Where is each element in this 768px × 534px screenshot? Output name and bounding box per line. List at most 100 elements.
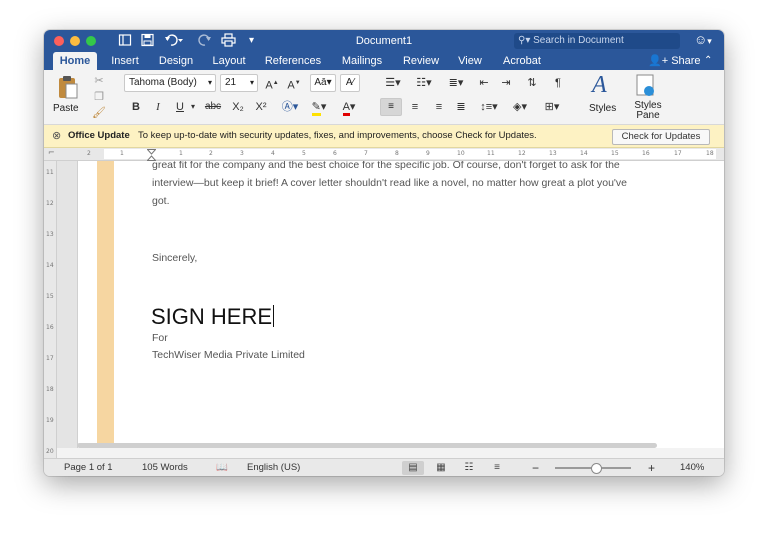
dismiss-update-icon[interactable]: ⊗ xyxy=(52,125,61,147)
check-for-updates-button[interactable]: Check for Updates xyxy=(612,129,710,145)
shrink-font-icon[interactable]: A▼ xyxy=(284,74,304,92)
italic-button[interactable]: I xyxy=(150,98,166,116)
horizontal-scrollbar[interactable] xyxy=(77,443,657,448)
search-input[interactable]: ⚲▾ Search in Document xyxy=(514,33,680,49)
document-canvas[interactable]: great fit for the company and the best c… xyxy=(57,161,724,448)
styles-pane-button[interactable]: Styles Pane xyxy=(624,72,668,122)
ruler-tick: 17 xyxy=(46,355,54,362)
ruler-tick: 11 xyxy=(46,169,54,176)
ruler-tick: 16 xyxy=(46,324,54,331)
ruler-tick: 15 xyxy=(611,150,619,157)
sort-icon[interactable]: ⇅ xyxy=(522,74,542,92)
ruler-tick: 3 xyxy=(240,150,244,157)
shading-icon[interactable]: ◈▾ xyxy=(506,98,534,116)
align-center-icon[interactable]: ≡ xyxy=(404,98,426,116)
bullets-icon[interactable]: ☰▾ xyxy=(379,74,407,92)
styles-label: Styles xyxy=(589,103,617,114)
paste-button[interactable]: Paste xyxy=(52,74,86,118)
ribbon-tabs: Home Insert Design Layout References Mai… xyxy=(44,52,724,70)
language-status[interactable]: English (US) xyxy=(247,459,300,476)
company-line[interactable]: TechWiser Media Private Limited xyxy=(152,347,672,363)
ruler-tick: 9 xyxy=(426,150,430,157)
clipboard-icon xyxy=(57,74,79,105)
align-right-icon[interactable]: ≡ xyxy=(428,98,450,116)
horizontal-ruler[interactable]: ⌐ 2 1 1 2 3 4 5 6 7 8 9 10 11 12 13 14 1… xyxy=(44,148,724,161)
zoom-out-icon[interactable]: − xyxy=(532,459,539,476)
collapse-ribbon-icon[interactable]: ⌃ xyxy=(704,52,712,70)
line-spacing-icon[interactable]: ↕≡▾ xyxy=(476,98,502,116)
paragraph-line[interactable]: got. xyxy=(152,193,672,209)
superscript-button[interactable]: X² xyxy=(251,98,271,116)
tab-view[interactable]: View xyxy=(453,52,487,70)
grow-font-icon[interactable]: A▲ xyxy=(262,74,282,92)
chevron-down-icon: ▾ xyxy=(207,78,212,87)
ruler-tick: 14 xyxy=(46,262,54,269)
add-person-icon: 👤+ xyxy=(648,55,672,67)
paste-label: Paste xyxy=(53,103,79,114)
signature-line[interactable]: SIGN HERE xyxy=(151,304,275,330)
tab-layout[interactable]: Layout xyxy=(207,52,251,70)
numbering-icon[interactable]: ☷▾ xyxy=(410,74,438,92)
for-line[interactable]: For xyxy=(152,330,672,346)
multilevel-list-icon[interactable]: ≣▾ xyxy=(442,74,470,92)
font-color-icon[interactable]: A▾ xyxy=(336,98,362,116)
underline-button[interactable]: U xyxy=(172,98,188,116)
increase-indent-icon[interactable]: ⇥ xyxy=(496,74,516,92)
signature-text: SIGN HERE xyxy=(151,304,273,329)
chevron-down-icon[interactable]: ▾ xyxy=(188,98,198,116)
ruler-tick: 20 xyxy=(46,448,54,455)
share-button[interactable]: 👤+ Share xyxy=(648,52,701,70)
clear-formatting-icon[interactable]: A⁄ xyxy=(340,74,360,92)
title-bar: ▾ Document1 ⚲▾ Search in Document ☺▾ xyxy=(44,30,724,52)
font-size-select[interactable]: 21 ▾ xyxy=(220,74,258,92)
proofing-icon[interactable]: 📖 xyxy=(216,459,228,476)
align-left-icon[interactable]: ≡ xyxy=(380,98,402,116)
decrease-indent-icon[interactable]: ⇤ xyxy=(474,74,494,92)
borders-icon[interactable]: ⊞▾ xyxy=(538,98,566,116)
closing-line[interactable]: Sincerely, xyxy=(152,250,672,266)
tab-insert[interactable]: Insert xyxy=(105,52,145,70)
ruler-tick: 17 xyxy=(674,150,682,157)
font-name-select[interactable]: Tahoma (Body) ▾ xyxy=(124,74,216,92)
print-layout-view-icon[interactable]: ▤ xyxy=(402,461,424,475)
ruler-tick: 12 xyxy=(46,200,54,207)
highlight-color-icon[interactable]: ✎▾ xyxy=(306,98,332,116)
styles-pane-label: Styles Pane xyxy=(634,100,662,121)
zoom-level[interactable]: 140% xyxy=(680,459,704,476)
ruler-tick: 18 xyxy=(46,386,54,393)
ruler-tick: 5 xyxy=(302,150,306,157)
strikethrough-button[interactable]: abc xyxy=(202,98,224,116)
ruler-tick: 10 xyxy=(457,150,465,157)
paragraph-line[interactable]: great fit for the company and the best c… xyxy=(152,161,672,173)
tab-mailings[interactable]: Mailings xyxy=(336,52,388,70)
draft-view-icon[interactable]: ≡ xyxy=(486,461,508,475)
format-painter-icon[interactable]: 🖌 xyxy=(91,104,107,122)
subscript-button[interactable]: X₂ xyxy=(228,98,248,116)
styles-icon: A xyxy=(592,72,607,98)
paragraph-line[interactable]: interview—but keep it brief! A cover let… xyxy=(152,175,672,191)
web-layout-view-icon[interactable]: ▦ xyxy=(430,461,452,475)
outline-view-icon[interactable]: ☷ xyxy=(458,461,480,475)
page-edge xyxy=(77,161,78,448)
zoom-slider-thumb[interactable] xyxy=(591,463,603,474)
ruler-tick: 4 xyxy=(271,150,275,157)
tab-design[interactable]: Design xyxy=(154,52,198,70)
tab-references[interactable]: References xyxy=(261,52,325,70)
styles-button[interactable]: A Styles xyxy=(584,72,622,120)
word-count[interactable]: 105 Words xyxy=(142,459,188,476)
tab-review[interactable]: Review xyxy=(399,52,443,70)
text-effects-icon[interactable]: Ⓐ▾ xyxy=(278,98,302,116)
feedback-smiley-icon[interactable]: ☺▾ xyxy=(694,32,712,47)
tab-home[interactable]: Home xyxy=(53,52,97,70)
tab-acrobat[interactable]: Acrobat xyxy=(497,52,547,70)
vertical-ruler[interactable]: 11 12 13 14 15 16 17 18 19 20 xyxy=(44,161,57,461)
zoom-in-icon[interactable]: + xyxy=(648,459,655,476)
ruler-tick: 13 xyxy=(549,150,557,157)
bold-button[interactable]: B xyxy=(128,98,144,116)
change-case-icon[interactable]: Aā▾ xyxy=(310,74,336,92)
justify-icon[interactable]: ≣ xyxy=(450,98,472,116)
pilcrow-icon[interactable]: ¶ xyxy=(548,74,568,92)
tab-stop-selector-icon[interactable]: ⌐ xyxy=(48,148,55,157)
page-count[interactable]: Page 1 of 1 xyxy=(64,459,113,476)
ruler-tick: 6 xyxy=(333,150,337,157)
